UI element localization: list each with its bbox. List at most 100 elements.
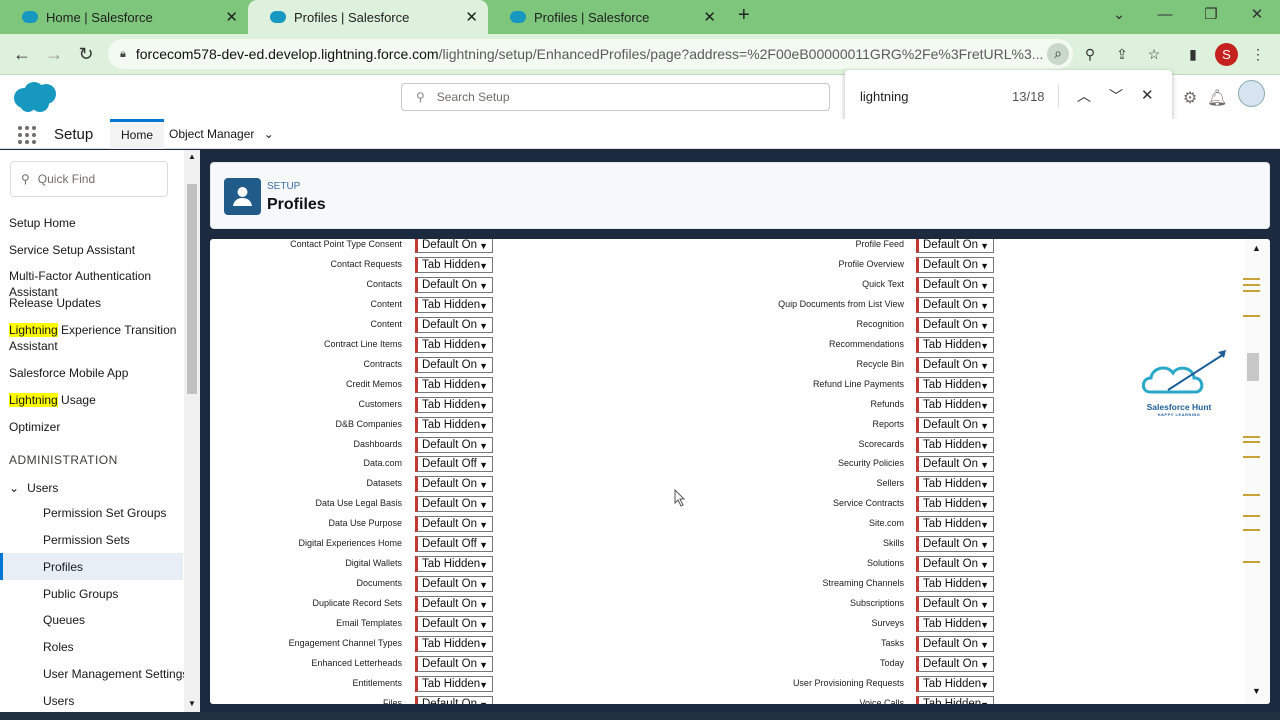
tab-setting-label: Solutions (866, 558, 904, 569)
tab-visibility-value: Default On (923, 538, 978, 551)
sidebar-item-lightning-usage[interactable]: Lightning Usage (9, 392, 184, 408)
sidebar-item-user-management-settings[interactable]: User Management Settings (43, 667, 188, 681)
tab-home[interactable]: Home (110, 119, 165, 149)
sidebar-scroll-thumb[interactable] (187, 184, 197, 394)
browser-menu-icon[interactable]: ⋮ (1248, 44, 1268, 64)
find-previous-icon[interactable]: ︿ (1077, 86, 1091, 106)
browser-tab[interactable]: Home | Salesforce ✕ (0, 0, 248, 34)
tab-visibility-select[interactable]: Tab Hidden▼ (916, 476, 994, 493)
tab-visibility-select[interactable]: Default On▼ (916, 296, 994, 313)
chevron-down-icon: ▼ (980, 241, 989, 251)
gear-icon[interactable]: ⚙ (1181, 90, 1199, 108)
sidebar-item-public-groups[interactable]: Public Groups (43, 587, 118, 601)
content-scrollbar[interactable]: ▲ ▼ (1245, 239, 1270, 704)
find-in-page-icon[interactable]: ⌕ (1047, 43, 1069, 65)
sidebar-item-profiles[interactable]: Profiles (43, 560, 83, 574)
search-icon: ⚲ (21, 172, 30, 186)
sidebar-item-service-setup-assistant[interactable]: Service Setup Assistant (9, 242, 184, 258)
zoom-icon[interactable]: ⚲ (1080, 44, 1100, 64)
tab-visibility-select[interactable]: Tab Hidden▼ (916, 396, 994, 413)
sidebar-section-administration: ADMINISTRATION (9, 453, 118, 467)
tab-visibility-select[interactable]: Default On▼ (916, 276, 994, 293)
browser-tab[interactable]: Profiles | Salesforce ✕ (488, 0, 726, 34)
find-match-count: 13/18 (1012, 88, 1045, 104)
tab-visibility-value: Tab Hidden (923, 677, 982, 690)
back-arrow-icon[interactable]: ← (10, 42, 34, 66)
new-tab-icon[interactable]: + (738, 4, 750, 27)
sidebar-scrollbar[interactable]: ▲ ▼ (184, 150, 200, 712)
quick-find-input[interactable]: ⚲ Quick Find (10, 161, 168, 197)
notification-bell-icon[interactable]: 🔔︎ (1207, 90, 1227, 108)
tab-visibility-select[interactable]: Default On▼ (916, 556, 994, 573)
tab-visibility-select[interactable]: Default On▼ (916, 536, 994, 553)
find-input[interactable]: lightning (860, 89, 908, 104)
app-launcher-icon[interactable] (18, 126, 36, 144)
sidebar-item-lightning-transition[interactable]: Lightning Experience Transition Assistan… (9, 322, 184, 354)
reload-icon[interactable]: ↻ (74, 42, 98, 66)
scroll-down-icon[interactable]: ▼ (188, 699, 196, 708)
tab-visibility-select[interactable]: Tab Hidden▼ (916, 516, 994, 533)
tab-visibility-select[interactable]: Tab Hidden▼ (916, 376, 994, 393)
sidebar-group-users[interactable]: ⌄ Users (9, 480, 184, 496)
tab-visibility-select[interactable]: Default On▼ (916, 256, 994, 273)
scroll-up-icon[interactable]: ▲ (188, 152, 196, 161)
minimize-icon[interactable]: — (1142, 0, 1188, 34)
tab-visibility-select[interactable]: Default On▼ (916, 596, 994, 613)
tab-object-manager-label: Object Manager (169, 127, 255, 141)
close-tab-icon[interactable]: ✕ (703, 8, 716, 26)
chevron-down-icon: ▼ (980, 640, 989, 650)
user-avatar[interactable] (1238, 80, 1265, 107)
search-setup-input[interactable]: ⚲ Search Setup (401, 83, 830, 111)
chevron-down-icon[interactable]: ⌄ (264, 127, 274, 141)
tab-search-chevron-icon[interactable]: ⌄ (1096, 0, 1142, 34)
tab-visibility-select[interactable]: Default On▼ (916, 655, 994, 672)
bookmark-star-icon[interactable]: ☆ (1144, 44, 1164, 64)
tab-visibility-value: Default On (923, 638, 978, 650)
chevron-down-icon: ▼ (980, 500, 989, 511)
browser-profile-avatar[interactable]: S (1215, 43, 1238, 66)
chevron-down-icon[interactable]: ⌄ (9, 481, 19, 495)
restore-icon[interactable]: ❐ (1188, 0, 1234, 34)
tab-visibility-select[interactable]: Tab Hidden▼ (916, 675, 994, 692)
tab-visibility-select[interactable]: Default On▼ (916, 456, 994, 473)
sidebar-item-roles[interactable]: Roles (43, 640, 74, 654)
find-next-icon[interactable]: ﹀ (1109, 86, 1123, 106)
url-domain: forcecom578-dev-ed.develop.lightning.for… (135, 46, 439, 62)
scroll-down-icon[interactable]: ▼ (1252, 686, 1261, 696)
chevron-down-icon: ▼ (980, 260, 989, 271)
tab-setting-row: Recommendations Tab Hidden ▼ (210, 336, 1210, 354)
sidebar-item-users[interactable]: Users (43, 694, 74, 708)
tab-visibility-select[interactable]: Tab Hidden▼ (916, 496, 994, 513)
tab-visibility-select[interactable]: Default On▼ (916, 316, 994, 333)
tab-visibility-select[interactable]: Default On▼ (916, 239, 994, 253)
tab-setting-row: Service Contracts Tab Hidden ▼ (210, 496, 1210, 513)
share-icon[interactable]: ⇪ (1112, 44, 1132, 64)
sidebar-item-mobile-app[interactable]: Salesforce Mobile App (9, 365, 184, 381)
side-panel-icon[interactable]: ▮ (1183, 44, 1203, 64)
browser-tab-active[interactable]: Profiles | Salesforce ✕ (248, 0, 488, 34)
tab-visibility-select[interactable]: Tab Hidden▼ (916, 436, 994, 453)
tab-object-manager[interactable]: Object Manager ⌄ (158, 119, 285, 149)
tab-visibility-select[interactable]: Tab Hidden▼ (916, 695, 994, 704)
sidebar-item-permission-set-groups[interactable]: Permission Set Groups (43, 506, 166, 520)
close-tab-icon[interactable]: ✕ (225, 8, 238, 26)
forward-arrow-icon[interactable]: → (42, 42, 66, 66)
scroll-up-icon[interactable]: ▲ (1252, 243, 1261, 253)
tab-visibility-select[interactable]: Default On▼ (916, 416, 994, 433)
sidebar-item-queues[interactable]: Queues (43, 613, 85, 627)
salesforce-cloud-logo[interactable] (12, 81, 59, 113)
content-scroll-thumb[interactable] (1247, 353, 1259, 381)
tab-visibility-select[interactable]: Tab Hidden▼ (916, 616, 994, 633)
tab-visibility-select[interactable]: Default On▼ (916, 636, 994, 652)
close-window-icon[interactable]: ✕ (1234, 0, 1280, 34)
tab-visibility-select[interactable]: Default On▼ (916, 356, 994, 373)
sidebar-item-release-updates[interactable]: Release Updates (9, 295, 184, 311)
close-tab-icon[interactable]: ✕ (465, 8, 478, 26)
url-field[interactable]: 🔒︎ forcecom578-dev-ed.develop.lightning.… (108, 39, 1073, 69)
find-close-icon[interactable]: ✕ (1141, 86, 1154, 104)
sidebar-item-permission-sets[interactable]: Permission Sets (43, 533, 130, 547)
tab-visibility-select[interactable]: Tab Hidden▼ (916, 336, 994, 353)
sidebar-item-setup-home[interactable]: Setup Home (9, 215, 184, 231)
tab-visibility-select[interactable]: Tab Hidden▼ (916, 576, 994, 593)
sidebar-item-optimizer[interactable]: Optimizer (9, 419, 184, 435)
